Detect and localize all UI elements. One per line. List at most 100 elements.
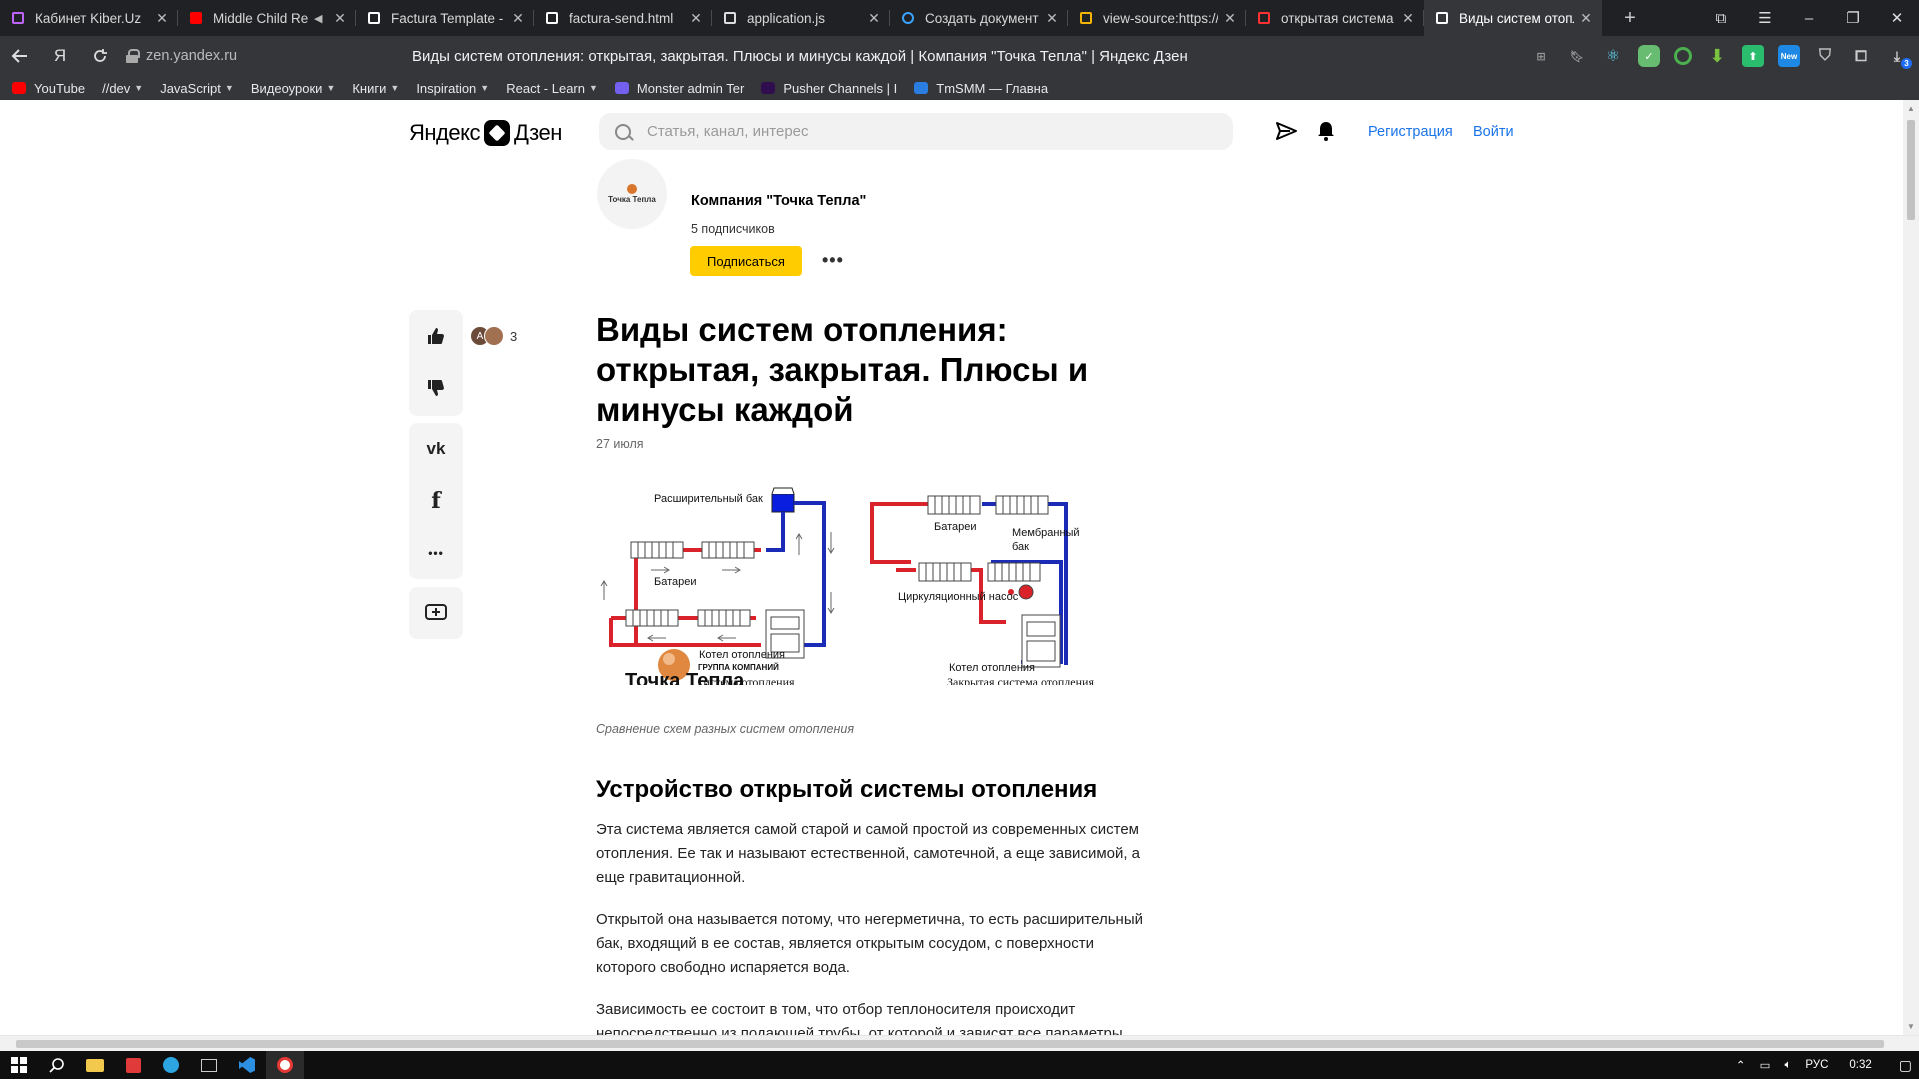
browser-tab[interactable]: Виды систем отопл ✕ (1424, 0, 1602, 36)
vscode-icon[interactable] (228, 1051, 266, 1079)
tab-close-icon[interactable]: ✕ (1578, 10, 1594, 27)
tab-close-icon[interactable]: ✕ (688, 10, 704, 27)
url-field[interactable]: zen.yandex.ru (126, 42, 237, 70)
label-batteries-left: Батареи (654, 576, 697, 588)
bookmark-folder[interactable]: Видеоуроки ▼ (251, 81, 336, 96)
share-more-button[interactable]: ••• (409, 527, 463, 579)
tab-close-icon[interactable]: ✕ (154, 10, 170, 27)
monster-icon (614, 82, 629, 94)
language-indicator[interactable]: РУС (1805, 1059, 1828, 1071)
more-icon: ••• (428, 546, 444, 560)
search-taskbar-icon[interactable] (38, 1051, 76, 1079)
notification-icon[interactable]: ▢ (1899, 1057, 1912, 1074)
downloads-icon[interactable]: ⊞ (1530, 45, 1552, 67)
adguard-shield-icon[interactable]: ✓ (1638, 45, 1660, 67)
yandex-home-button[interactable]: Я (40, 36, 80, 76)
browser-tab[interactable]: Кабинет Kiber.Uz ✕ (0, 0, 178, 36)
reaction-rail (409, 310, 463, 416)
reload-button[interactable] (80, 36, 120, 76)
search-box[interactable] (599, 113, 1233, 150)
tab-title: Виды систем отопл (1459, 10, 1574, 26)
document-icon (544, 10, 560, 26)
tab-close-icon[interactable]: ✕ (1222, 10, 1238, 27)
network-icon[interactable]: ▭ (1760, 1058, 1771, 1072)
js-file-icon (722, 10, 738, 26)
login-link[interactable]: Войти (1473, 124, 1514, 140)
puzzle-icon[interactable]: ⧠ (1850, 45, 1872, 67)
clock[interactable]: 0:32 (1849, 1059, 1871, 1071)
search-input[interactable] (647, 123, 1207, 140)
bookmark-item[interactable]: TmSMM — Главна (914, 81, 1048, 96)
bookmark-folder[interactable]: Inspiration ▼ (416, 81, 489, 96)
tab-close-icon[interactable]: ✕ (510, 10, 526, 27)
tray-chevron-icon[interactable]: ⌃ (1736, 1058, 1746, 1072)
bookmark-item[interactable]: Pusher Channels | I (761, 81, 897, 96)
horizontal-scrollbar[interactable] (0, 1035, 1919, 1051)
browser-tab[interactable]: Создать документ | ✕ (890, 0, 1068, 36)
horizontal-scroll-thumb[interactable] (16, 1040, 1884, 1048)
downloads-badge-icon[interactable]: ⤓ 3 (1886, 45, 1912, 69)
windows-start-icon[interactable] (0, 1051, 38, 1079)
bookmark-folder[interactable]: Книги ▼ (352, 81, 399, 96)
dislike-button[interactable] (409, 362, 463, 414)
heating-systems-diagram[interactable]: Расширительный бак Батареи Котел отоплен… (596, 470, 1136, 685)
vertical-scrollbar[interactable]: ▲ ▼ (1903, 100, 1919, 1035)
reactors[interactable]: A 3 (470, 326, 517, 346)
bookmark-item[interactable]: Monster admin Ter (614, 81, 744, 96)
like-button[interactable] (409, 310, 463, 362)
browser-tab[interactable]: application.js ✕ (712, 0, 890, 36)
figure-caption: Сравнение схем разных систем отопления (596, 722, 855, 736)
tab-list-icon[interactable]: ⧉ (1699, 10, 1743, 27)
tab-close-icon[interactable]: ✕ (1400, 10, 1416, 27)
tab-close-icon[interactable]: ✕ (332, 10, 348, 27)
new-tab-button[interactable]: + (1612, 0, 1648, 36)
file-explorer-icon[interactable] (76, 1051, 114, 1079)
bell-icon[interactable] (1315, 120, 1337, 142)
channel-name[interactable]: Компания "Точка Тепла" (691, 193, 866, 209)
share-vk-button[interactable]: vk (409, 423, 463, 475)
tab-close-icon[interactable]: ✕ (1044, 10, 1060, 27)
react-devtools-icon[interactable]: ⚛ (1602, 45, 1624, 67)
channel-more-button[interactable]: ••• (822, 250, 844, 271)
close-window-icon[interactable]: ✕ (1875, 9, 1919, 27)
terminal-icon[interactable] (190, 1051, 228, 1079)
share-facebook-button[interactable]: f (409, 475, 463, 527)
shield-icon[interactable]: ⛉ (1814, 45, 1836, 67)
minimize-icon[interactable]: – (1787, 10, 1831, 27)
red-app-icon[interactable] (114, 1051, 152, 1079)
browser-tab[interactable]: view-source:https://c ✕ (1068, 0, 1246, 36)
green-tag-icon[interactable]: ⬆ (1742, 45, 1764, 67)
browser-tab[interactable]: Factura Template - S ✕ (356, 0, 534, 36)
zen-mark-icon (483, 120, 510, 146)
tab-audio-icon[interactable]: ◀︎ (314, 12, 328, 25)
download-arrow-icon[interactable]: ⬇ (1706, 45, 1728, 67)
bookmark-item[interactable]: YouTube (12, 81, 85, 96)
back-button[interactable] (0, 36, 40, 76)
scroll-up-icon[interactable]: ▲ (1907, 104, 1915, 113)
scroll-down-icon[interactable]: ▼ (1907, 1022, 1915, 1031)
bookmark-icon[interactable]: 🔖︎ (1566, 45, 1588, 67)
bookmark-folder[interactable]: React - Learn ▼ (506, 81, 598, 96)
bookmark-folder[interactable]: JavaScript ▼ (160, 81, 234, 96)
volume-icon[interactable]: 🔈︎ (1784, 1059, 1791, 1072)
add-to-collection-button[interactable] (409, 587, 463, 639)
expansion-tank-shape (771, 493, 795, 513)
browser-tab[interactable]: открытая система и ✕ (1246, 0, 1424, 36)
lock-icon[interactable] (126, 49, 140, 63)
maximize-icon[interactable]: ❐ (1831, 9, 1875, 27)
vertical-scroll-thumb[interactable] (1907, 120, 1915, 220)
browser-tab[interactable]: Middle Child Re ◀︎ ✕ (178, 0, 356, 36)
menu-icon[interactable]: ☰ (1743, 9, 1787, 27)
channel-avatar[interactable]: Точка Тепла (597, 159, 667, 229)
target-extension-icon[interactable] (1674, 47, 1692, 65)
register-link[interactable]: Регистрация (1368, 124, 1453, 140)
send-icon[interactable] (1276, 120, 1298, 142)
yandex-browser-taskbar-icon[interactable] (266, 1051, 304, 1079)
news-extension-icon[interactable]: New (1778, 45, 1800, 67)
zen-logo[interactable]: Яндекс Дзен (409, 120, 562, 146)
tab-close-icon[interactable]: ✕ (866, 10, 882, 27)
telegram-icon[interactable] (152, 1051, 190, 1079)
browser-tab[interactable]: factura-send.html ✕ (534, 0, 712, 36)
subscribe-button[interactable]: Подписаться (690, 246, 802, 276)
bookmark-folder[interactable]: //dev ▼ (102, 81, 143, 96)
